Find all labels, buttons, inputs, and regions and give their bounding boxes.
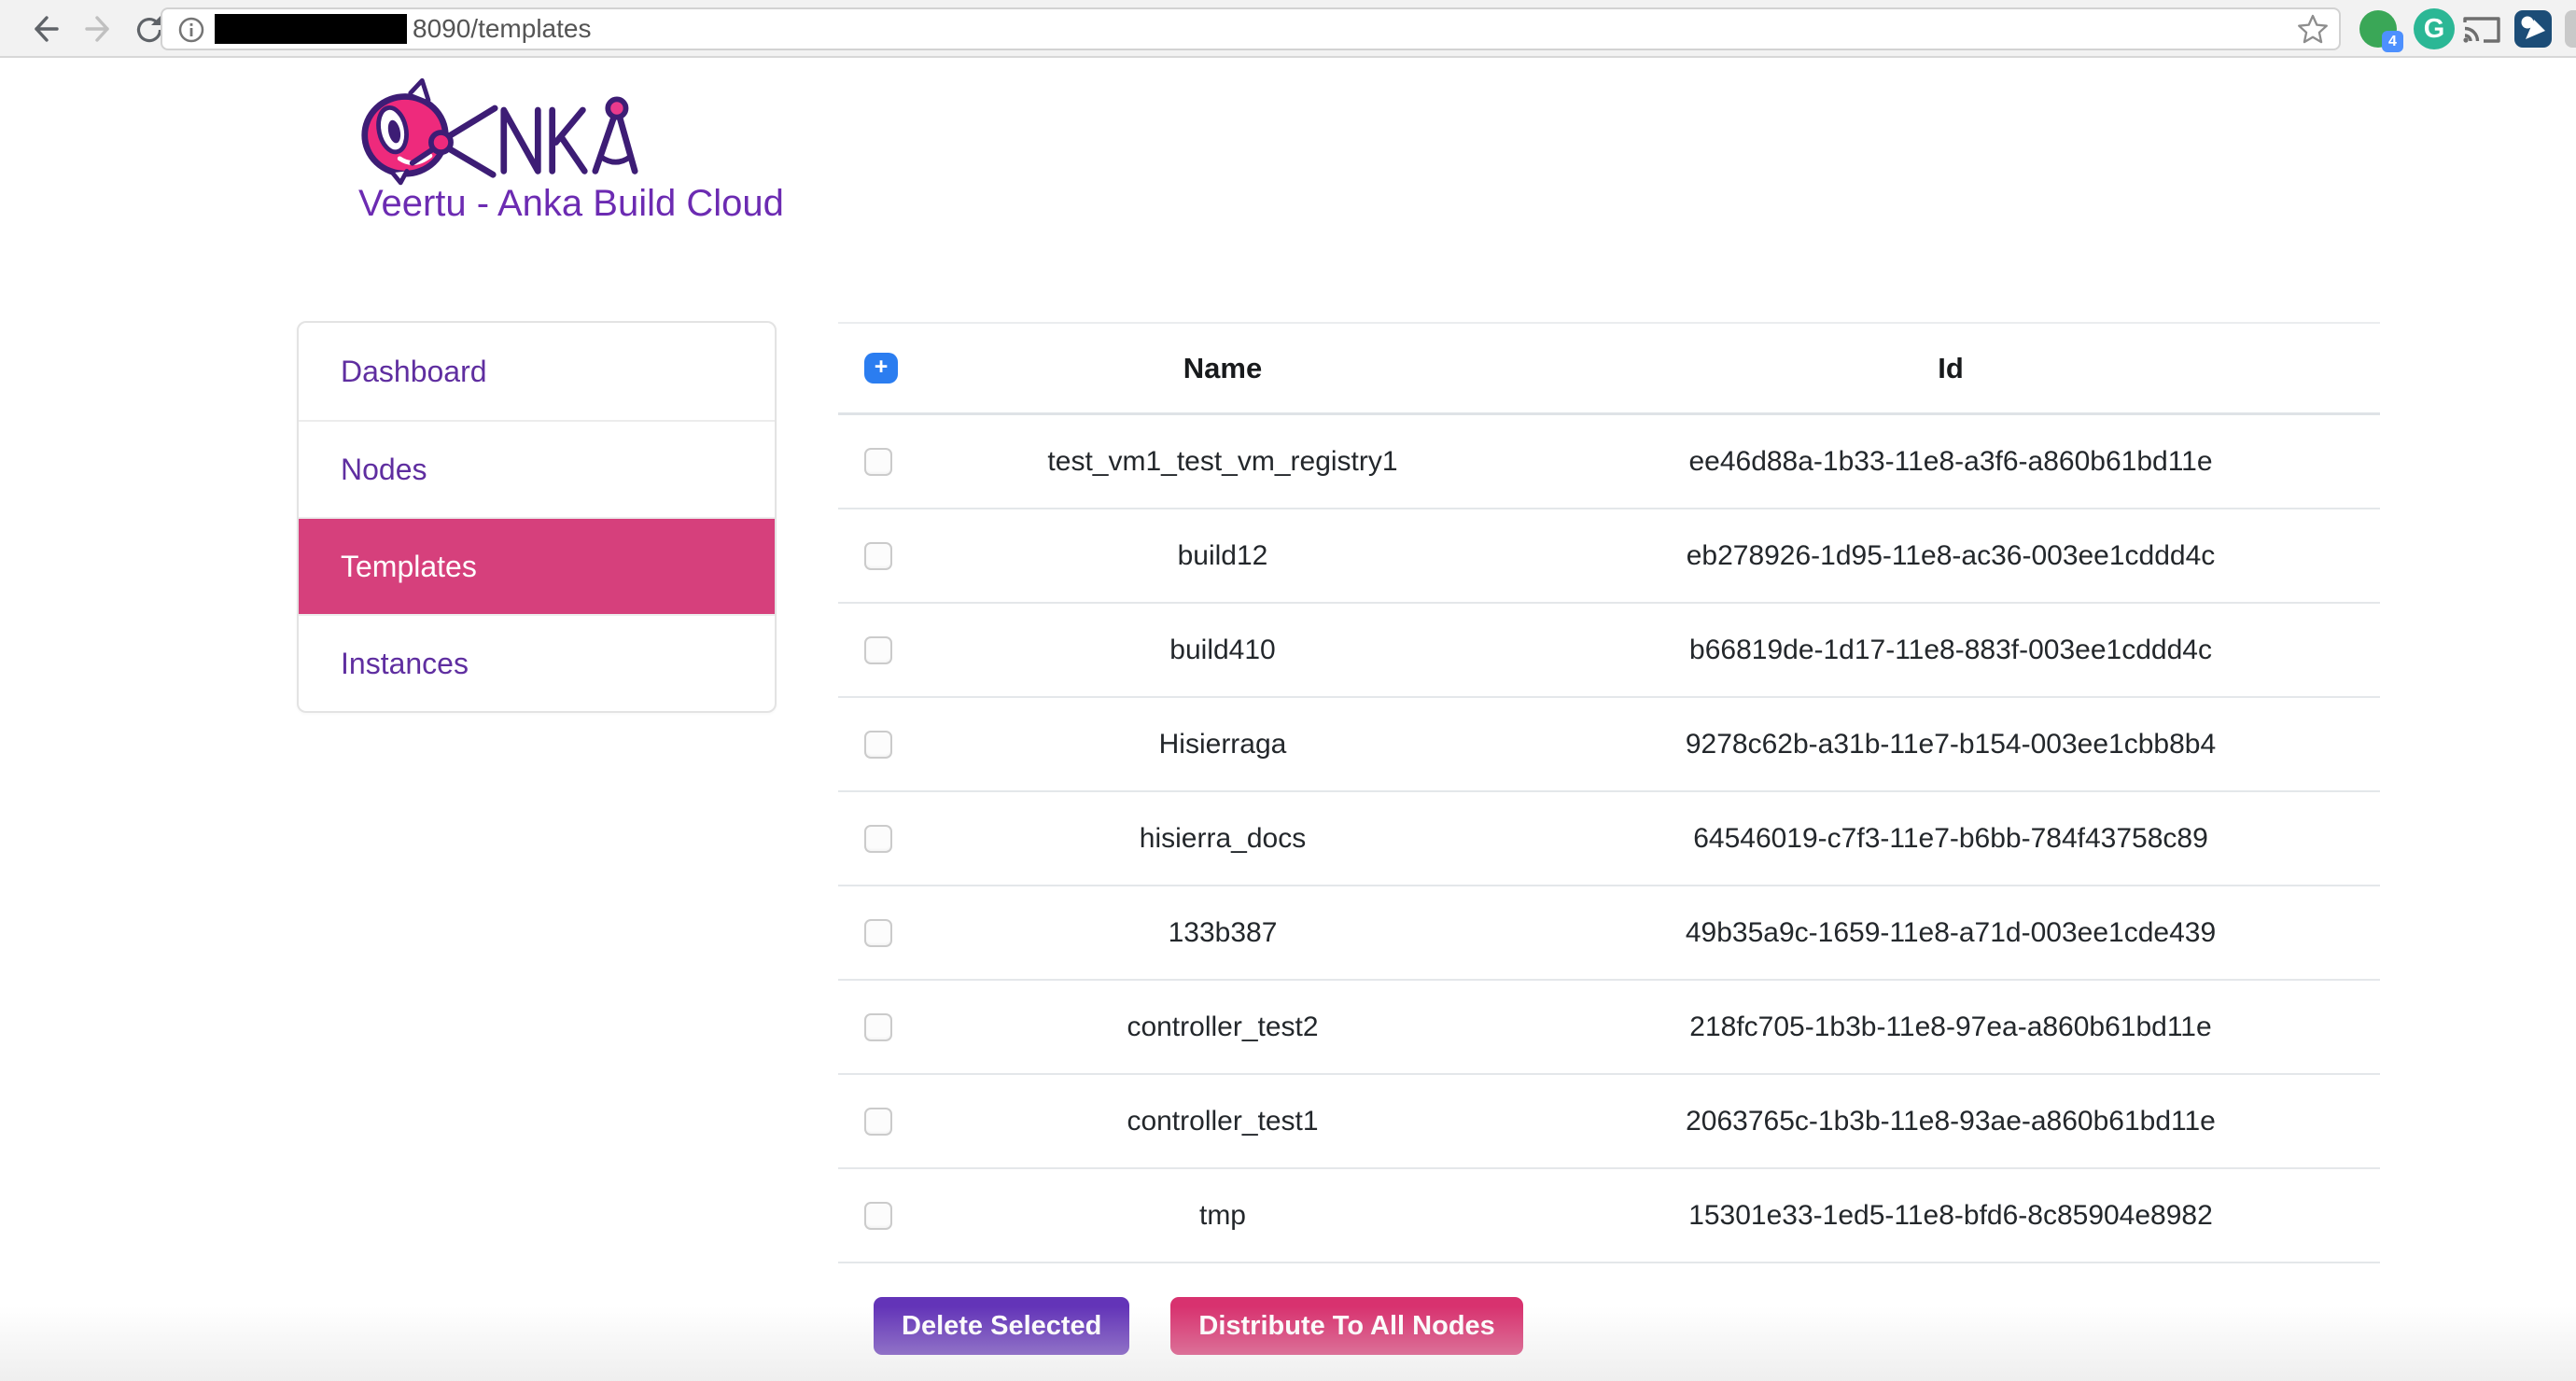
- template-name: hisierra_docs: [924, 823, 1521, 855]
- row-checkbox[interactable]: [864, 448, 892, 476]
- template-id: 15301e33-1ed5-11e8-bfd6-8c85904e8982: [1521, 1200, 2380, 1232]
- row-checkbox[interactable]: [864, 919, 892, 947]
- redacted-host: [215, 14, 407, 44]
- template-name: build12: [924, 540, 1521, 572]
- template-id: 218fc705-1b3b-11e8-97ea-a860b61bd11e: [1521, 1011, 2380, 1043]
- template-row: hisierra_docs64546019-c7f3-11e7-b6bb-784…: [838, 792, 2380, 886]
- row-checkbox[interactable]: [864, 731, 892, 759]
- sidebar-item-dashboard[interactable]: Dashboard: [299, 323, 775, 420]
- extension-badge: 4: [2382, 31, 2403, 52]
- template-id: 64546019-c7f3-11e7-b6bb-784f43758c89: [1521, 823, 2380, 855]
- forward-icon[interactable]: [82, 12, 116, 46]
- row-checkbox[interactable]: [864, 1202, 892, 1230]
- template-id: ee46d88a-1b33-11e8-a3f6-a860b61bd11e: [1521, 446, 2380, 478]
- address-bar[interactable]: 8090/templates: [161, 7, 2341, 50]
- template-id: b66819de-1d17-11e8-883f-003ee1cddd4c: [1521, 635, 2380, 666]
- url-text[interactable]: 8090/templates: [413, 9, 591, 49]
- info-icon[interactable]: [177, 16, 205, 44]
- sidebar-item-label: Dashboard: [341, 355, 487, 389]
- grammarly-extension-icon[interactable]: G: [2414, 8, 2455, 49]
- template-id: 9278c62b-a31b-11e7-b154-003ee1cbb8b4: [1521, 729, 2380, 760]
- bookmark-star-icon[interactable]: [2296, 12, 2330, 46]
- sidebar-item-templates[interactable]: Templates: [299, 517, 775, 614]
- template-row: controller_test2218fc705-1b3b-11e8-97ea-…: [838, 981, 2380, 1075]
- sidebar-item-nodes[interactable]: Nodes: [299, 420, 775, 517]
- bottom-fade: [0, 1306, 2576, 1381]
- row-checkbox[interactable]: [864, 636, 892, 664]
- browser-toolbar: 8090/templates 4 G: [0, 0, 2576, 58]
- partial-extension-icon[interactable]: [2565, 10, 2576, 48]
- sidebar-item-label: Instances: [341, 647, 469, 681]
- template-name: controller_test1: [924, 1106, 1521, 1137]
- template-name: Hisierraga: [924, 729, 1521, 760]
- row-checkbox[interactable]: [864, 1108, 892, 1136]
- template-id: eb278926-1d95-11e8-ac36-003ee1cddd4c: [1521, 540, 2380, 572]
- column-header-name: Name: [924, 352, 1521, 385]
- sidebar-menu: Dashboard Nodes Templates Instances: [297, 321, 777, 713]
- table-header-row: + Name Id: [838, 322, 2380, 415]
- template-name: tmp: [924, 1200, 1521, 1232]
- templates-table-body: test_vm1_test_vm_registry1ee46d88a-1b33-…: [838, 415, 2380, 1263]
- template-row: Hisierraga9278c62b-a31b-11e7-b154-003ee1…: [838, 698, 2380, 792]
- template-row: test_vm1_test_vm_registry1ee46d88a-1b33-…: [838, 415, 2380, 509]
- row-checkbox[interactable]: [864, 1013, 892, 1041]
- template-row: tmp15301e33-1ed5-11e8-bfd6-8c85904e8982: [838, 1169, 2380, 1263]
- templates-table: + Name Id test_vm1_test_vm_registry1ee46…: [838, 322, 2380, 1263]
- anka-logo: [358, 77, 638, 188]
- add-template-button[interactable]: +: [864, 353, 898, 384]
- column-header-id: Id: [1521, 352, 2380, 385]
- sidebar-item-label: Nodes: [341, 453, 427, 487]
- template-row: build12eb278926-1d95-11e8-ac36-003ee1cdd…: [838, 509, 2380, 604]
- template-name: controller_test2: [924, 1011, 1521, 1043]
- row-checkbox[interactable]: [864, 542, 892, 570]
- template-id: 2063765c-1b3b-11e8-93ae-a860b61bd11e: [1521, 1106, 2380, 1137]
- template-name: build410: [924, 635, 1521, 666]
- template-id: 49b35a9c-1659-11e8-a71d-003ee1cde439: [1521, 917, 2380, 949]
- template-name: 133b387: [924, 917, 1521, 949]
- sidebar-item-instances[interactable]: Instances: [299, 614, 775, 711]
- template-name: test_vm1_test_vm_registry1: [924, 446, 1521, 478]
- blue-extension-icon[interactable]: [2514, 10, 2552, 48]
- template-row: build410b66819de-1d17-11e8-883f-003ee1cd…: [838, 604, 2380, 698]
- cast-icon[interactable]: [2460, 12, 2503, 48]
- row-checkbox[interactable]: [864, 825, 892, 853]
- template-row: controller_test12063765c-1b3b-11e8-93ae-…: [838, 1075, 2380, 1169]
- sidebar-item-label: Templates: [341, 550, 477, 584]
- back-icon[interactable]: [28, 12, 62, 46]
- page-title: Veertu - Anka Build Cloud: [358, 183, 784, 225]
- template-row: 133b38749b35a9c-1659-11e8-a71d-003ee1cde…: [838, 886, 2380, 981]
